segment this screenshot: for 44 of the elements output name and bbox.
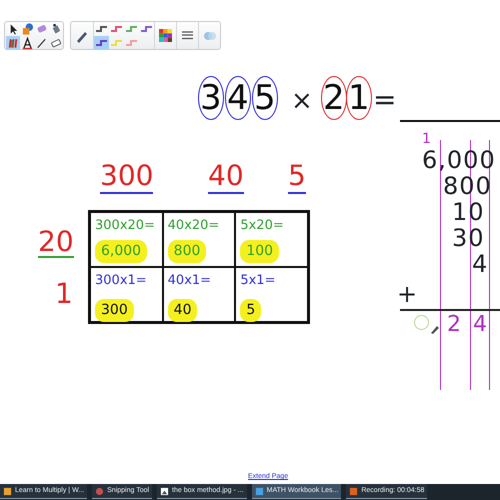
carry-digit: 1 (422, 132, 431, 146)
palette-icon (159, 29, 172, 42)
line-style-button[interactable] (94, 36, 109, 50)
highlighted-answer: 300 (95, 298, 134, 322)
circled-digit: 2 (321, 76, 347, 120)
highlighted-answer: 6,000 (95, 240, 148, 262)
line-icon (34, 36, 48, 50)
cell-expression: 40x1= (168, 272, 212, 290)
cell-expression: 40x20= (168, 217, 220, 235)
tool-button[interactable] (20, 36, 34, 50)
circled-digit: 4 (225, 76, 251, 120)
lines-icon (181, 30, 194, 41)
circled-digit: 5 (252, 76, 278, 120)
app-icon (160, 486, 170, 496)
highlighted-answer: 100 (240, 240, 280, 262)
cell-expression: 300x20= (95, 217, 156, 235)
pens-icon (6, 36, 20, 50)
circled-digit: 1 (346, 76, 372, 120)
cell-expression: 5x1= (240, 272, 276, 290)
column-header: 40 (208, 162, 244, 194)
highlighted-answer: 40 (168, 298, 198, 322)
highlighted-answer: 5 (240, 298, 262, 322)
app-icon (349, 486, 358, 496)
cell-expression: 5x20= (240, 217, 285, 235)
plus-sign: + (397, 282, 418, 306)
sum-digit: 4 (473, 314, 487, 336)
highlighted-answer: 800 (168, 240, 206, 262)
app-icon (254, 486, 264, 496)
circled-digit: 3 (198, 76, 224, 120)
row-label: 1 (55, 280, 73, 308)
app-icon (3, 486, 12, 496)
cursor-circle-icon (414, 315, 429, 330)
multiplication-sign: × (291, 88, 313, 114)
column-header: 5 (288, 162, 306, 194)
sum-digit: 2 (447, 314, 461, 336)
text-tool-icon (20, 36, 34, 50)
app-icon (95, 486, 104, 496)
addend-number: 4 (472, 252, 488, 276)
cell-expression: 300x1= (95, 272, 148, 290)
circles-icon (202, 30, 216, 42)
equals-sign: = (373, 86, 396, 114)
row-label: 20 (38, 228, 74, 258)
shapes-icon (20, 22, 34, 36)
column-header: 300 (100, 162, 154, 194)
